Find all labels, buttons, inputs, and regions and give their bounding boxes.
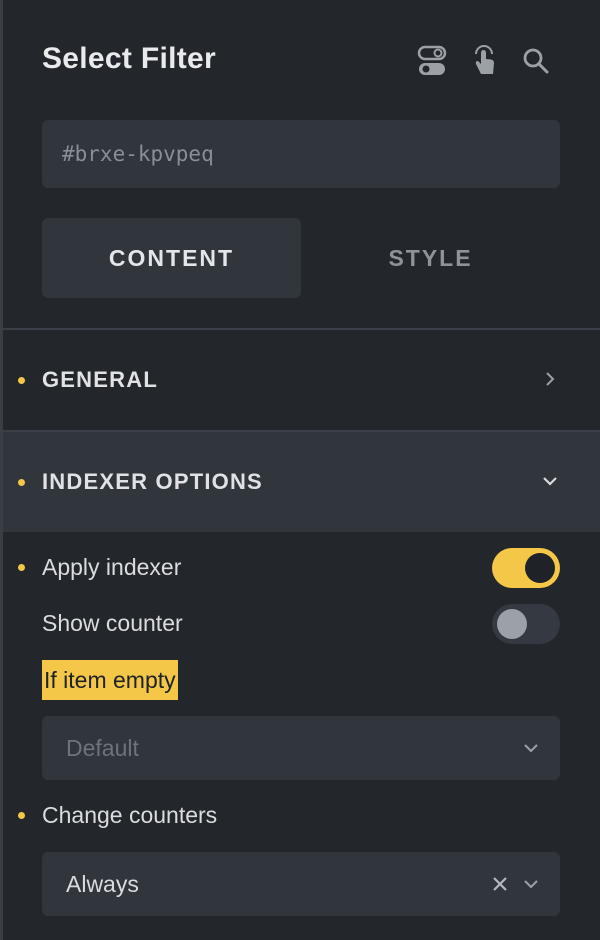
change-counters-select[interactable]: Always	[42, 852, 560, 916]
search-icon[interactable]	[519, 42, 553, 80]
clear-icon[interactable]	[488, 872, 512, 896]
modified-indicator-dot	[18, 812, 25, 819]
chevron-down-icon	[524, 744, 538, 753]
modified-indicator-dot	[18, 564, 25, 571]
touch-icon[interactable]	[467, 42, 501, 80]
section-indexer-options[interactable]: INDEXER OPTIONS	[3, 432, 600, 532]
modified-indicator-dot	[18, 377, 25, 384]
apply-indexer-toggle[interactable]	[492, 548, 560, 588]
chevron-down-icon	[543, 477, 557, 486]
show-counter-label: Show counter	[42, 610, 183, 636]
modified-indicator-dot	[18, 479, 25, 486]
show-counter-toggle[interactable]	[492, 604, 560, 644]
if-item-empty-label: If item empty	[42, 660, 178, 700]
chevron-down-icon	[524, 880, 538, 889]
toggle-knob	[497, 609, 527, 639]
apply-indexer-label: Apply indexer	[42, 554, 182, 580]
tab-style[interactable]: STYLE	[301, 218, 560, 298]
chevron-right-icon	[546, 372, 555, 386]
tab-content[interactable]: CONTENT	[42, 218, 301, 298]
select-value: Always	[66, 871, 139, 897]
section-general-label: GENERAL	[42, 367, 158, 392]
change-counters-label: Change counters	[42, 802, 218, 828]
section-general[interactable]: GENERAL	[3, 330, 600, 430]
if-item-empty-select[interactable]: Default	[42, 716, 560, 780]
panel-title: Select Filter	[42, 42, 216, 75]
section-indexer-label: INDEXER OPTIONS	[42, 469, 263, 494]
toggle-knob	[525, 553, 555, 583]
select-placeholder: Default	[66, 735, 139, 761]
toggle-icon[interactable]	[415, 42, 449, 80]
panel-header: Select Filter	[42, 42, 562, 82]
element-id-field[interactable]: #brxe-kpvpeq	[42, 120, 560, 188]
